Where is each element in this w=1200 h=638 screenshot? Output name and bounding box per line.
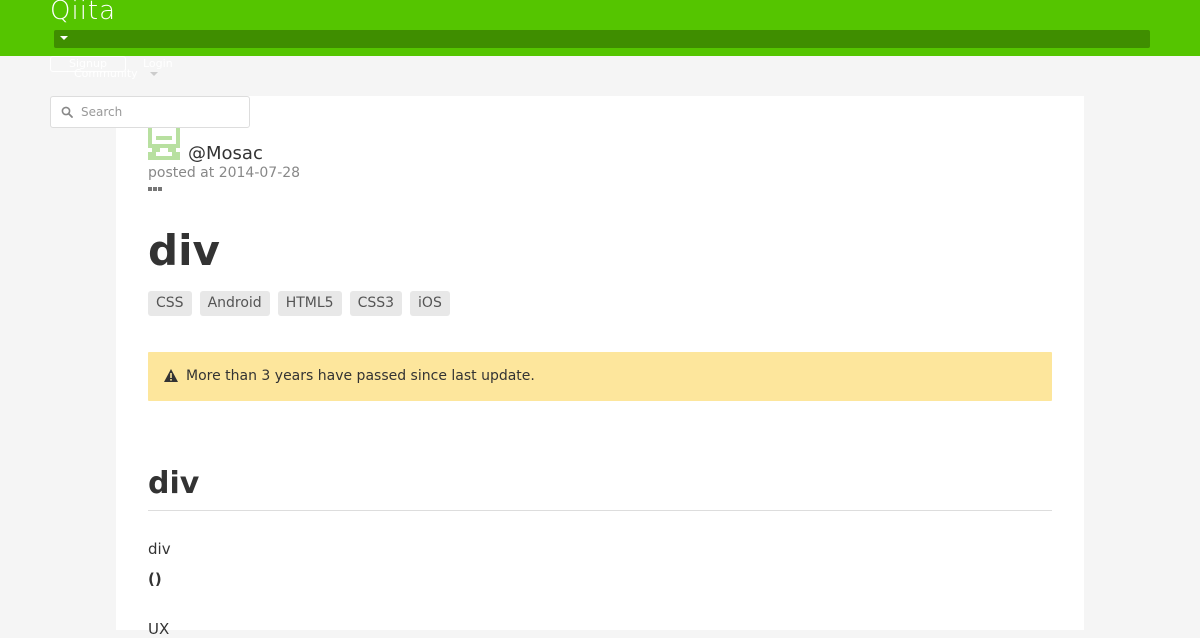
tag-html5[interactable]: HTML5 [277,291,342,316]
caret-down-icon [60,36,68,40]
tag-ios[interactable]: iOS [410,291,450,316]
tag-list: CSS Android HTML5 CSS3 iOS [148,291,450,316]
search-box[interactable] [50,96,250,128]
heading-divider [148,510,1052,511]
posted-date: posted at 2014-07-28 [148,165,301,181]
body-paragraph: div [148,540,171,558]
tag-css[interactable]: CSS [148,291,192,316]
warning-icon [164,369,178,382]
qiita-logo[interactable]: Qiita [50,0,116,26]
community-menu[interactable]: Community [74,67,138,80]
tag-css3[interactable]: CSS3 [349,291,403,316]
article-title: div [148,226,220,275]
search-icon [61,106,73,118]
login-link[interactable]: Login [143,57,173,70]
tag-android[interactable]: Android [199,291,270,316]
outdated-warning: More than 3 years have passed since last… [148,352,1052,401]
chevron-down-icon [150,72,158,76]
nav-menu-toggle[interactable] [54,30,1150,48]
body-paragraph-bold: () [148,570,162,588]
user-avatar[interactable] [148,128,180,160]
top-navbar: Qiita [0,0,1200,56]
warning-text: More than 3 years have passed since last… [186,368,535,384]
search-input[interactable] [81,97,246,127]
author-username[interactable]: @Mosac [188,143,263,164]
section-heading: div [148,466,200,501]
body-paragraph: UX [148,620,170,638]
more-options-icon[interactable] [148,186,164,192]
